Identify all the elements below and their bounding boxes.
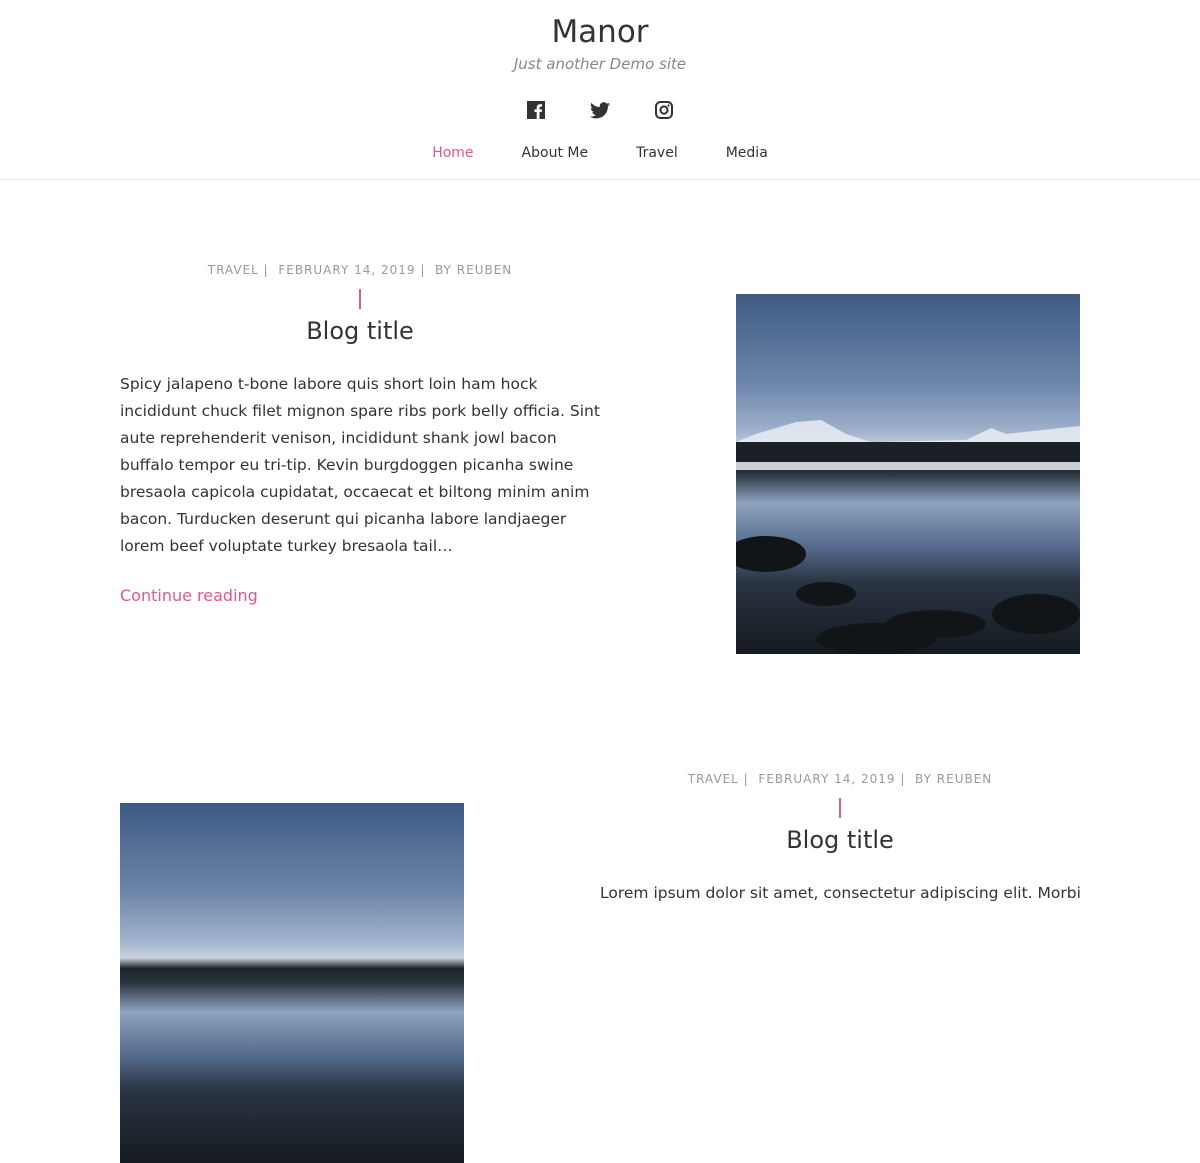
nav-travel[interactable]: Travel: [636, 145, 678, 161]
post-featured-image[interactable]: [736, 294, 1080, 654]
post-date[interactable]: FEBRUARY 14, 2019: [278, 263, 415, 277]
post-featured-image[interactable]: [120, 803, 464, 1163]
social-links: [0, 100, 1200, 120]
post-card: TRAVEL | FEBRUARY 14, 2019 | BY REUBEN B…: [600, 772, 1081, 907]
post-excerpt: Lorem ipsum dolor sit amet, consectetur …: [600, 884, 1081, 902]
site-tagline: Just another Demo site: [513, 55, 687, 73]
title-accent-bar: [839, 798, 841, 818]
twitter-icon[interactable]: [590, 100, 610, 120]
site-header: Manor Just another Demo site Home About …: [0, 0, 1200, 180]
instagram-icon[interactable]: [654, 100, 674, 120]
post-card: TRAVEL | FEBRUARY 14, 2019 | BY REUBEN B…: [120, 263, 600, 605]
post-author[interactable]: BY REUBEN: [435, 263, 512, 277]
continue-reading-link[interactable]: Continue reading: [120, 586, 600, 605]
post-category[interactable]: TRAVEL: [208, 263, 259, 277]
title-accent-bar: [359, 289, 361, 309]
site-title[interactable]: Manor: [0, 14, 1200, 50]
post-title[interactable]: Blog title: [120, 317, 600, 345]
post-date[interactable]: FEBRUARY 14, 2019: [758, 772, 895, 786]
facebook-icon[interactable]: [526, 100, 546, 120]
post-meta: TRAVEL | FEBRUARY 14, 2019 | BY REUBEN: [687, 772, 993, 786]
nav-about-me[interactable]: About Me: [522, 145, 589, 161]
post-title[interactable]: Blog title: [600, 826, 1080, 854]
post-category[interactable]: TRAVEL: [688, 772, 739, 786]
nav-media[interactable]: Media: [726, 145, 768, 161]
post-meta: TRAVEL | FEBRUARY 14, 2019 | BY REUBEN: [207, 263, 513, 277]
post-author[interactable]: BY REUBEN: [915, 772, 992, 786]
nav-home[interactable]: Home: [432, 145, 473, 161]
post-excerpt: Spicy jalapeno t-bone labore quis short …: [120, 375, 600, 555]
main-nav: Home About Me Travel Media: [0, 145, 1200, 161]
